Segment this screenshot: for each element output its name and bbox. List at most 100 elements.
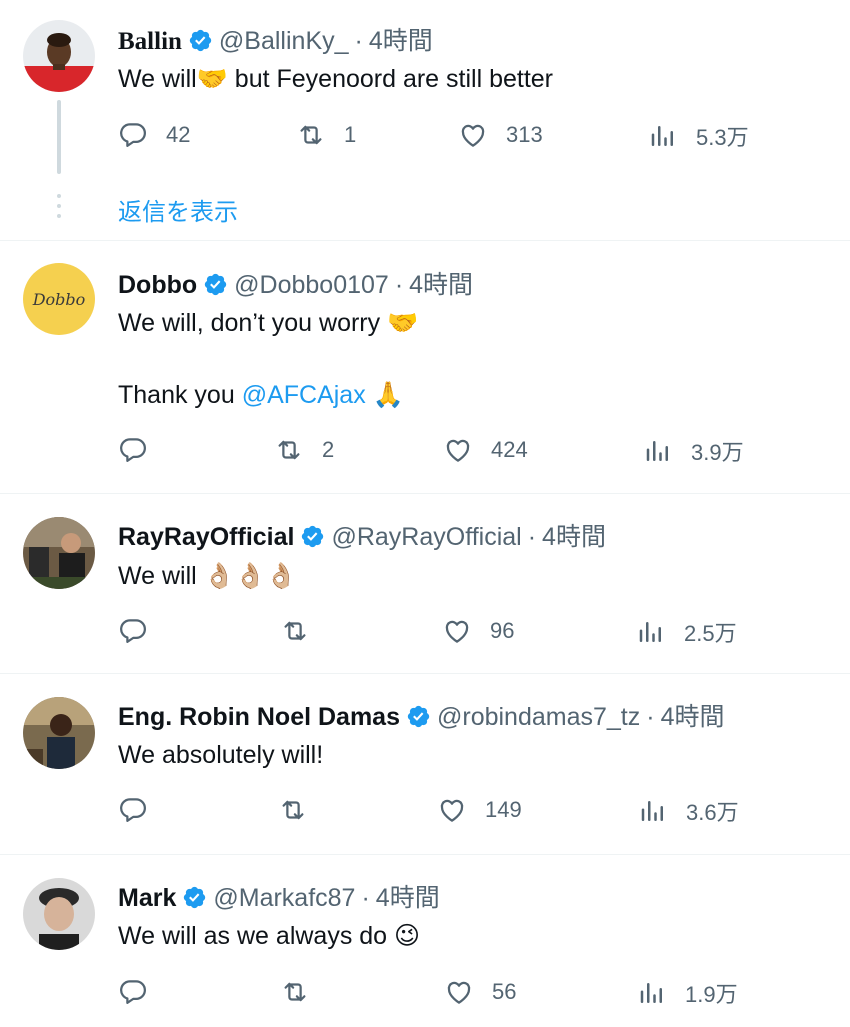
tweet-text: We will as we always do 😉 bbox=[118, 922, 421, 950]
show-replies-link[interactable]: 返信を表示 bbox=[118, 192, 238, 227]
display-name[interactable]: Dobbo bbox=[118, 270, 197, 300]
display-name[interactable]: Mark bbox=[118, 883, 176, 913]
timestamp[interactable]: 4時間 bbox=[542, 522, 606, 552]
retweet-icon bbox=[280, 977, 310, 1007]
timestamp[interactable]: 4時間 bbox=[409, 270, 473, 300]
retweet-icon bbox=[296, 120, 326, 150]
tweet-header: Eng. Robin Noel Damas @robindamas7_tz · … bbox=[118, 700, 724, 732]
avatar[interactable] bbox=[23, 878, 95, 950]
like-count: 149 bbox=[485, 797, 522, 822]
views-count: 2.5万 bbox=[684, 621, 737, 646]
tweet[interactable]: Dobbo Dobbo @Dobbo0107 · 4時間 We will, do… bbox=[0, 241, 850, 494]
views-icon bbox=[643, 436, 673, 466]
reply-button[interactable] bbox=[118, 616, 166, 646]
separator: · bbox=[527, 523, 537, 551]
reply-button[interactable] bbox=[118, 435, 166, 465]
avatar[interactable]: Dobbo bbox=[23, 263, 95, 335]
tweet[interactable]: Ballin @BallinKy_ · 4時間 We will🤝 but Fey… bbox=[0, 0, 850, 241]
like-count: 313 bbox=[506, 122, 543, 147]
views-button[interactable]: 3.6万 bbox=[638, 795, 739, 827]
reply-icon bbox=[118, 795, 148, 825]
views-icon bbox=[638, 796, 668, 826]
reply-count: 42 bbox=[166, 122, 191, 147]
tweet-header: Ballin @BallinKy_ · 4時間 bbox=[118, 24, 433, 57]
heart-icon bbox=[442, 616, 472, 646]
heart-icon bbox=[458, 120, 488, 150]
retweet-button[interactable] bbox=[280, 616, 328, 646]
heart-icon bbox=[437, 795, 467, 825]
tweet[interactable]: RayRayOfficial @RayRayOfficial · 4時間 We … bbox=[0, 494, 850, 674]
tweet-actions: 96 2.5万 bbox=[0, 616, 850, 652]
timestamp[interactable]: 4時間 bbox=[369, 26, 433, 56]
views-button[interactable]: 1.9万 bbox=[637, 977, 738, 1009]
views-icon bbox=[648, 121, 678, 151]
reply-button[interactable]: 42 bbox=[118, 120, 190, 150]
reply-icon bbox=[118, 435, 148, 465]
like-button[interactable]: 424 bbox=[443, 435, 528, 465]
tweet[interactable]: Mark @Markafc87 · 4時間 We will as we alwa… bbox=[0, 855, 850, 1027]
retweet-button[interactable]: 1 bbox=[296, 120, 356, 150]
timestamp[interactable]: 4時間 bbox=[661, 702, 725, 732]
tweet-actions: 149 3.6万 bbox=[0, 795, 850, 831]
avatar[interactable] bbox=[23, 20, 95, 92]
separator: · bbox=[394, 271, 404, 299]
views-button[interactable]: 5.3万 bbox=[648, 120, 749, 152]
tweet-text: We absolutely will! bbox=[118, 741, 324, 769]
heart-icon bbox=[443, 435, 473, 465]
thread-dots bbox=[57, 194, 61, 224]
avatar[interactable] bbox=[23, 697, 95, 769]
retweet-icon bbox=[274, 435, 304, 465]
text-fragment: 🙏 bbox=[365, 381, 404, 409]
verified-icon bbox=[182, 885, 207, 910]
avatar-logo-text: Dobbo bbox=[32, 289, 86, 309]
views-count: 1.9万 bbox=[685, 982, 738, 1007]
handle[interactable]: @RayRayOfficial bbox=[331, 522, 521, 552]
like-button[interactable]: 149 bbox=[437, 795, 522, 825]
views-button[interactable]: 3.9万 bbox=[643, 435, 744, 467]
reply-icon bbox=[118, 616, 148, 646]
tweet-actions: 56 1.9万 bbox=[0, 977, 850, 1013]
tweet-text: We will, don’t you worry 🤝 bbox=[118, 309, 419, 337]
like-button[interactable]: 313 bbox=[458, 120, 543, 150]
like-button[interactable]: 96 bbox=[442, 616, 514, 646]
views-button[interactable]: 2.5万 bbox=[636, 616, 737, 648]
retweet-button[interactable] bbox=[278, 795, 326, 825]
display-name[interactable]: Eng. Robin Noel Damas bbox=[118, 702, 400, 732]
handle[interactable]: @Dobbo0107 bbox=[234, 270, 389, 300]
views-count: 3.6万 bbox=[686, 800, 739, 825]
tweet-actions: 2 424 3.9万 bbox=[0, 435, 850, 471]
separator: · bbox=[646, 703, 655, 731]
reply-button[interactable] bbox=[118, 795, 166, 825]
display-name[interactable]: Ballin bbox=[118, 27, 182, 57]
verified-icon bbox=[203, 272, 228, 297]
like-count: 424 bbox=[491, 437, 528, 462]
timestamp[interactable]: 4時間 bbox=[376, 883, 440, 913]
avatar[interactable] bbox=[23, 517, 95, 589]
verified-icon bbox=[300, 524, 325, 549]
handle[interactable]: @robindamas7_tz bbox=[437, 702, 640, 732]
handle[interactable]: @BallinKy_ bbox=[219, 26, 349, 56]
display-name[interactable]: RayRayOfficial bbox=[118, 522, 294, 552]
like-button[interactable]: 56 bbox=[444, 977, 516, 1007]
avatar-image bbox=[23, 878, 95, 950]
retweet-count: 1 bbox=[344, 122, 357, 147]
separator: · bbox=[354, 27, 363, 55]
like-count: 96 bbox=[490, 618, 515, 643]
tweet-text: We will 👌🏼👌🏼👌🏼 bbox=[118, 562, 298, 590]
like-count: 56 bbox=[492, 979, 517, 1004]
retweet-button[interactable]: 2 bbox=[274, 435, 334, 465]
views-icon bbox=[637, 978, 667, 1008]
tweet-text-line2: Thank you @AFCAjax 🙏 bbox=[118, 377, 404, 413]
retweet-icon bbox=[278, 795, 308, 825]
reply-button[interactable] bbox=[118, 977, 166, 1007]
retweet-count: 2 bbox=[322, 437, 335, 462]
views-count: 5.3万 bbox=[696, 125, 749, 150]
handle[interactable]: @Markafc87 bbox=[213, 883, 355, 913]
mention-link[interactable]: @AFCAjax bbox=[242, 381, 366, 409]
avatar-image bbox=[23, 517, 95, 589]
verified-icon bbox=[188, 28, 213, 53]
retweet-button[interactable] bbox=[280, 977, 328, 1007]
avatar-image bbox=[23, 20, 95, 92]
tweet-actions: 42 1 313 5.3万 bbox=[0, 120, 850, 156]
tweet[interactable]: Eng. Robin Noel Damas @robindamas7_tz · … bbox=[0, 674, 850, 855]
